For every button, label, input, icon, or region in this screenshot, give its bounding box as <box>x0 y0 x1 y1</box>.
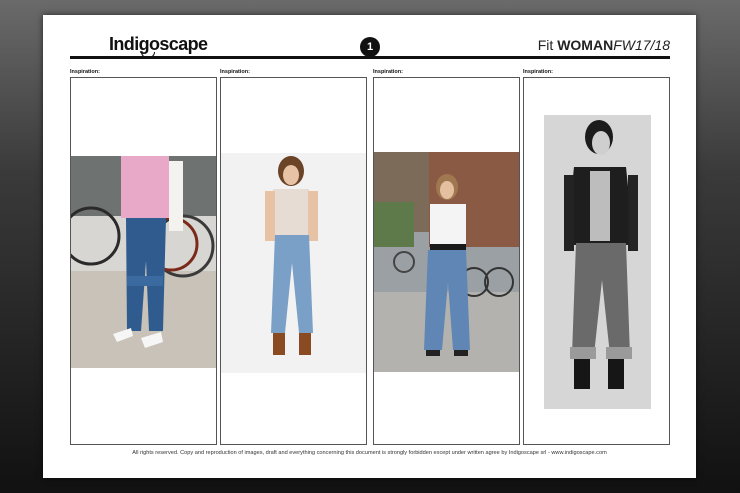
inspiration-photo-2 <box>221 153 366 373</box>
header-rule <box>70 56 670 59</box>
brand-logo: Indigoscape <box>109 34 208 54</box>
title-prefix: Fit <box>537 37 558 53</box>
title-bold: WOMAN <box>557 37 614 53</box>
inspiration-photo-4 <box>544 115 651 409</box>
street-style-photo-3 <box>374 152 519 372</box>
inspiration-label-3: Inspiration: <box>373 69 403 75</box>
inspiration-photo-3 <box>374 152 519 372</box>
inspiration-panel-1 <box>70 77 217 445</box>
inspiration-label-1: Inspiration: <box>70 69 100 75</box>
inspiration-panel-4 <box>523 77 670 445</box>
inspiration-label-4: Inspiration: <box>523 69 553 75</box>
document-page: Indigoscape 1 Fit WOMANFW17/18 Inspirati… <box>43 15 696 478</box>
inspiration-photo-1 <box>71 156 216 368</box>
inspiration-panel-2 <box>220 77 367 445</box>
page-number-badge: 1 <box>360 37 380 57</box>
title-season: FW17/18 <box>613 37 670 53</box>
copyright-footer: All rights reserved. Copy and reproducti… <box>132 450 607 456</box>
studio-model-photo-2 <box>221 153 366 373</box>
inspiration-label-2: Inspiration: <box>220 69 250 75</box>
street-style-photo-1 <box>71 156 216 368</box>
inspiration-panel-3 <box>373 77 520 445</box>
editorial-model-photo-4 <box>544 115 651 409</box>
page-title: Fit WOMANFW17/18 <box>538 37 670 53</box>
